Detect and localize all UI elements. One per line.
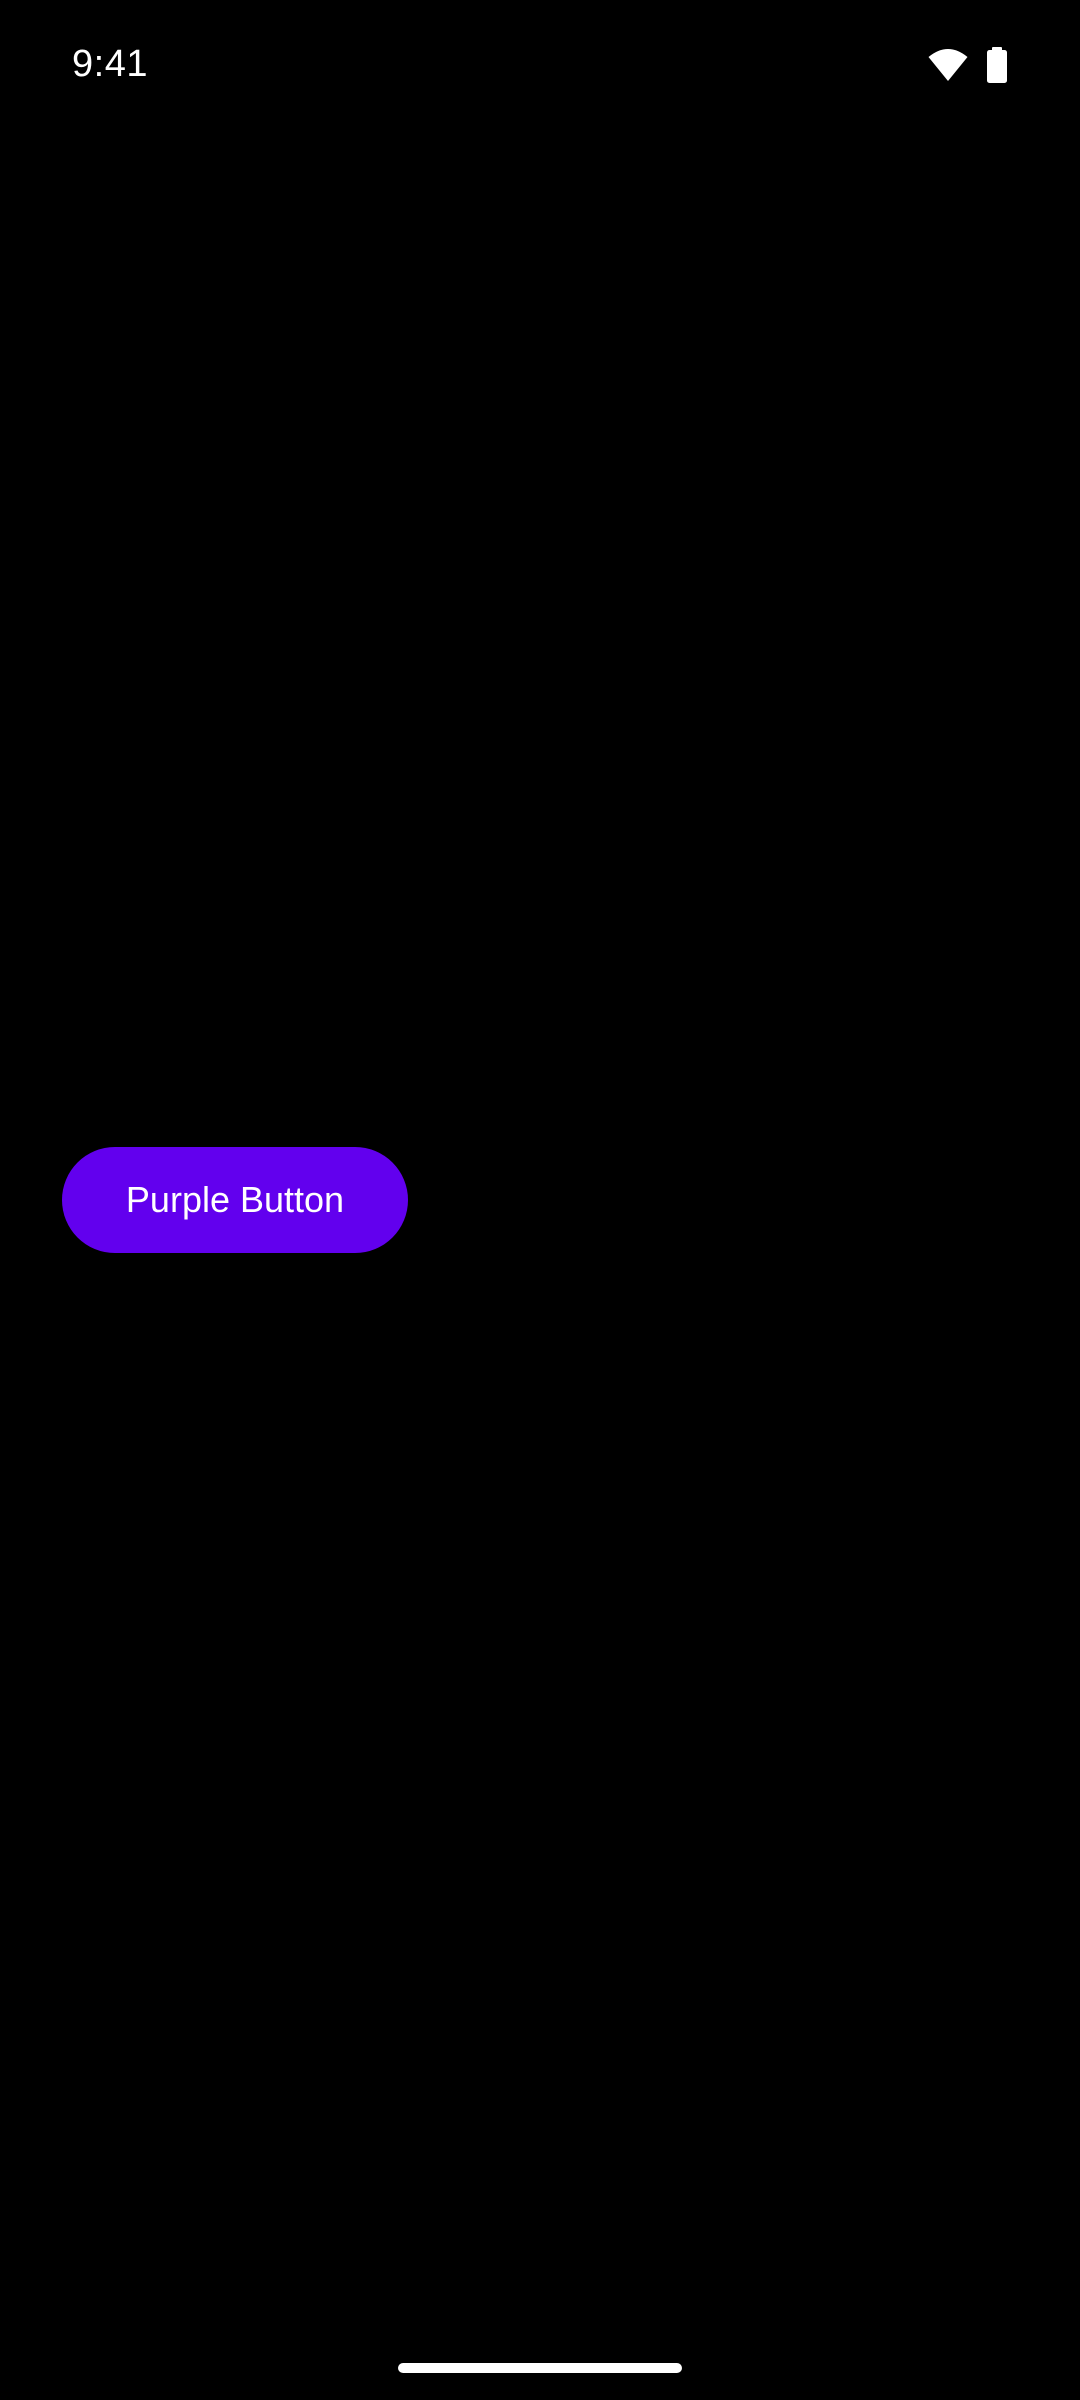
status-time: 9:41 (72, 43, 148, 85)
status-icons (928, 46, 1008, 84)
battery-icon (986, 47, 1008, 83)
status-bar: 9:41 (0, 0, 1080, 130)
purple-button[interactable]: Purple Button (62, 1147, 408, 1253)
main-content: Purple Button (0, 130, 1080, 2340)
gesture-nav-handle[interactable] (398, 2363, 682, 2373)
wifi-icon (928, 48, 968, 82)
